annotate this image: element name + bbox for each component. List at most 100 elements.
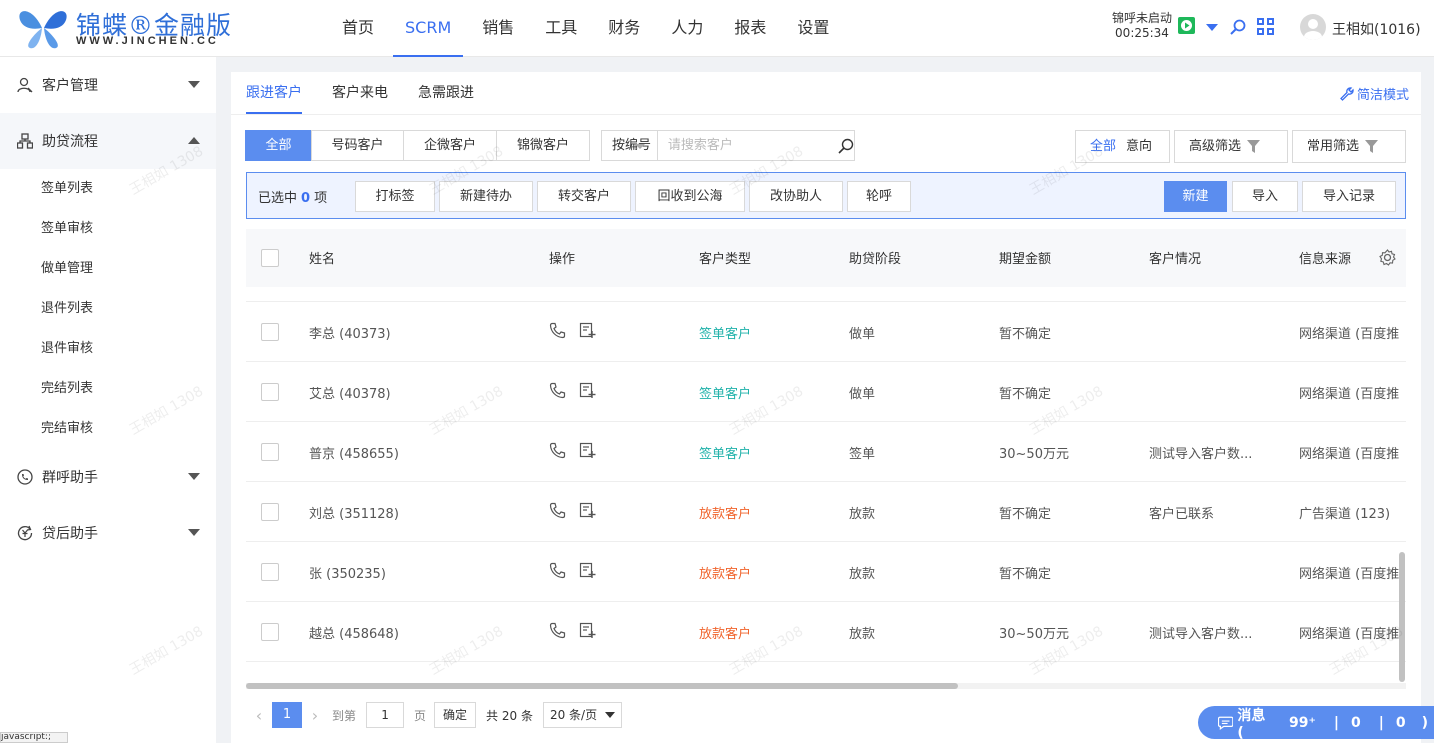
sidebar-group-customer[interactable]: 客户管理 — [0, 57, 216, 113]
user-name[interactable]: 王相如(1016) — [1332, 19, 1421, 39]
page-current[interactable]: 1 — [272, 702, 302, 728]
phone-icon[interactable] — [549, 622, 566, 639]
intent-filter-button[interactable]: 全部 意向 — [1075, 130, 1170, 163]
customer-name[interactable]: 刘总 (351128) — [309, 503, 399, 522]
simple-mode-link[interactable]: 简洁模式 — [1340, 84, 1409, 103]
new-todo-button[interactable]: 新建待办 — [439, 181, 533, 212]
horizontal-scrollbar-thumb[interactable] — [246, 683, 958, 689]
row-checkbox[interactable] — [261, 623, 279, 641]
page-size-select[interactable]: 20 条/页 — [542, 702, 623, 728]
nav-tools[interactable]: 工具 — [533, 0, 589, 57]
sidebar-group-group-call[interactable]: 群呼助手 — [0, 449, 216, 505]
table-row[interactable]: 越总 (458648) 放款客户 放款 30~50万元 测试导入客户数... 网络渠道 (… — [246, 602, 1406, 662]
add-followup-icon[interactable] — [579, 502, 596, 519]
new-customer-button[interactable]: 新建 — [1164, 181, 1227, 212]
nav-sales[interactable]: 销售 — [470, 0, 526, 57]
sidebar-group-loan-flow[interactable]: 助贷流程 — [0, 113, 216, 169]
filter-phone-customers[interactable]: 号码客户 — [311, 130, 404, 161]
nav-finance[interactable]: 财务 — [596, 0, 652, 57]
nav-home[interactable]: 首页 — [330, 0, 386, 57]
table-row[interactable]: 刘总 (351128) 放款客户 放款 暂不确定 客户已联系 广告渠道 (123) — [246, 482, 1406, 542]
change-assistant-button[interactable]: 改协助人 — [749, 181, 843, 212]
nav-settings[interactable]: 设置 — [785, 0, 841, 57]
sidebar-item-return-review[interactable]: 退件审核 — [0, 329, 216, 369]
table-row[interactable]: 李总 (40373) 签单客户 做单 暂不确定 网络渠道 (百度推 — [246, 302, 1406, 362]
horizontal-scrollbar[interactable] — [246, 683, 1406, 689]
sidebar-group-post-loan[interactable]: 贷后助手 — [0, 505, 216, 561]
next-page-icon[interactable]: › — [302, 706, 328, 725]
search-input[interactable] — [657, 131, 838, 160]
common-filter-button[interactable]: 常用筛选 — [1292, 130, 1406, 163]
nav-hr[interactable]: 人力 — [659, 0, 715, 57]
import-button[interactable]: 导入 — [1232, 181, 1298, 212]
add-followup-icon[interactable] — [579, 322, 596, 339]
row-checkbox[interactable] — [261, 323, 279, 341]
row-checkbox[interactable] — [261, 563, 279, 581]
tag-button[interactable]: 打标签 — [355, 181, 435, 212]
row-checkbox[interactable] — [261, 443, 279, 461]
row-checkbox[interactable] — [261, 503, 279, 521]
customer-name[interactable]: 艾总 (40378) — [309, 383, 391, 402]
tab-urgent-follow[interactable]: 急需跟进 — [418, 72, 474, 114]
search-type-select[interactable]: 按编号 — [602, 131, 658, 160]
sidebar-item-sign-review[interactable]: 签单审核 — [0, 209, 216, 249]
customer-name[interactable]: 李总 (40373) — [309, 323, 391, 342]
filter-wecom-customers[interactable]: 企微客户 — [403, 130, 497, 161]
sidebar-item-return-list[interactable]: 退件列表 — [0, 289, 216, 329]
advanced-filter-button[interactable]: 高级筛选 — [1174, 130, 1288, 163]
sidebar-item-complete-review[interactable]: 完结审核 — [0, 409, 216, 449]
add-followup-icon[interactable] — [579, 562, 596, 579]
search-icon[interactable] — [1230, 19, 1246, 35]
avatar[interactable] — [1300, 14, 1326, 40]
round-call-button[interactable]: 轮呼 — [847, 181, 911, 212]
add-followup-icon[interactable] — [579, 382, 596, 399]
customer-type: 签单客户 — [699, 447, 752, 462]
message-bar[interactable]: 消息 ( 99⁺ | 0 | 0 ) — [1198, 706, 1434, 741]
flow-icon — [16, 132, 34, 150]
phone-icon[interactable] — [549, 442, 566, 459]
loan-stage: 签单 — [849, 447, 876, 462]
sidebar-item-sign-list[interactable]: 签单列表 — [0, 169, 216, 209]
recycle-to-pool-button[interactable]: 回收到公海 — [635, 181, 745, 212]
filter-all[interactable]: 全部 — [245, 130, 312, 161]
phone-icon[interactable] — [549, 322, 566, 339]
search-icon[interactable] — [838, 131, 854, 160]
row-checkbox[interactable] — [261, 383, 279, 401]
sidebar-item-complete-list[interactable]: 完结列表 — [0, 369, 216, 409]
grid-icon[interactable] — [1257, 18, 1274, 35]
table-row[interactable]: 艾总 (40378) 签单客户 做单 暂不确定 网络渠道 (百度推 — [246, 362, 1406, 422]
filter-jinwei-customers[interactable]: 锦微客户 — [496, 130, 590, 161]
customer-type: 放款客户 — [699, 507, 752, 522]
phone-icon[interactable] — [549, 562, 566, 579]
add-followup-icon[interactable] — [579, 622, 596, 639]
customer-name[interactable]: 越总 (458648) — [309, 623, 399, 642]
nav-scrm[interactable]: SCRM — [393, 0, 464, 57]
column-settings-gear-icon[interactable] — [1379, 249, 1396, 266]
tab-incoming-calls[interactable]: 客户来电 — [332, 72, 388, 114]
transfer-customer-button[interactable]: 转交客户 — [537, 181, 631, 212]
tab-follow-customers[interactable]: 跟进客户 — [246, 72, 302, 114]
logo[interactable]: 锦蝶®金融版 WWW.JINCHEN.CC — [14, 4, 254, 52]
phone-icon[interactable] — [549, 502, 566, 519]
customer-name[interactable]: 张 (350235) — [309, 563, 386, 582]
vertical-scrollbar[interactable] — [1399, 552, 1405, 682]
chevron-down-icon[interactable] — [1206, 24, 1218, 32]
nav-reports[interactable]: 报表 — [722, 0, 778, 57]
info-source: 网络渠道 (百度推 — [1299, 627, 1400, 642]
loan-stage: 放款 — [849, 507, 876, 522]
intent-label: 意向 — [1126, 139, 1153, 154]
select-all-checkbox[interactable] — [261, 249, 279, 267]
goto-confirm-button[interactable]: 确定 — [434, 702, 477, 728]
table-row[interactable]: 666666 (350240)签单客户签单暂不确定网络渠道 (百度推 — [246, 287, 1406, 302]
import-log-button[interactable]: 导入记录 — [1302, 181, 1396, 212]
customer-name[interactable]: 普京 (458655) — [309, 443, 399, 462]
table-row[interactable]: 张 (350235) 放款客户 放款 暂不确定 网络渠道 (百度推 — [246, 542, 1406, 602]
play-icon[interactable] — [1178, 17, 1195, 34]
sidebar-item-order-manage[interactable]: 做单管理 — [0, 249, 216, 289]
add-followup-icon[interactable] — [579, 442, 596, 459]
customer-type: 放款客户 — [699, 567, 752, 582]
table-row[interactable]: 普京 (458655) 签单客户 签单 30~50万元 测试导入客户数... 网络渠道 (… — [246, 422, 1406, 482]
prev-page-icon[interactable]: ‹ — [246, 706, 272, 725]
phone-icon[interactable] — [549, 382, 566, 399]
goto-page-input[interactable]: 1 — [366, 702, 405, 728]
